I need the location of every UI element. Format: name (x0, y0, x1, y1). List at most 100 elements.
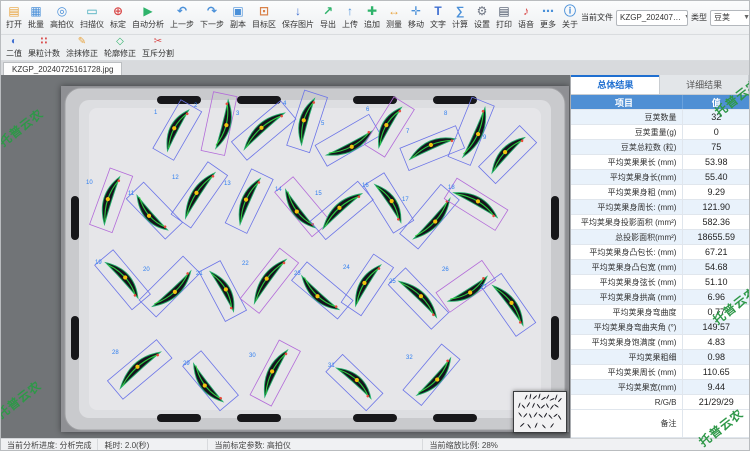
analysis-photo[interactable]: 1234567891011121314151617181920212223242… (61, 86, 569, 432)
toolbar-button-label: 果粒计数 (28, 48, 60, 59)
note-value[interactable] (683, 410, 749, 437)
toolbar-button[interactable]: ♪语音 (515, 2, 537, 33)
toolbar-button[interactable]: ✂互斥分割 (139, 35, 177, 60)
toolbar-button[interactable]: ⋯更多 (537, 2, 559, 33)
measure-icon: ↔ (388, 5, 400, 18)
toolbar-button[interactable]: ▤打印 (493, 2, 515, 33)
toolbar-button-label: 语音 (518, 19, 534, 30)
note-row: 备注 (571, 410, 749, 438)
table-row[interactable]: 平均荚果身饱满度 (mm)4.83 (571, 335, 749, 350)
toolbar-button[interactable]: ↗导出 (317, 2, 339, 33)
toolbar-button[interactable]: ↶上一步 (167, 2, 197, 33)
toolbar-button[interactable]: ▶自动分析 (129, 2, 167, 33)
row-value: 51.10 (683, 275, 749, 289)
toolbar-button[interactable]: ⚙设置 (471, 2, 493, 33)
table-row[interactable]: R/G/B21/29/29 (571, 395, 749, 410)
toolbar-button[interactable]: ⓘ关于 (559, 2, 581, 33)
about-icon: ⓘ (564, 5, 576, 18)
toolbar-button[interactable]: ✚追加 (361, 2, 383, 33)
table-row[interactable]: 总投影面积(mm²)18655.59 (571, 230, 749, 245)
toolbar-button-label: 标定 (110, 19, 126, 30)
toolbar-button[interactable]: ⊡目标区 (249, 2, 279, 33)
row-label: 总投影面积(mm²) (571, 230, 683, 244)
toolbar-button[interactable]: ↑上传 (339, 2, 361, 33)
tab-overall-results[interactable]: 总体结果 (571, 75, 660, 94)
toolbar-items: ▤打开▦批量◎高拍仪▭扫描仪⊕标定▶自动分析↶上一步↷下一步▣副本⊡目标区↓保存… (3, 2, 581, 33)
scanner-icon: ▭ (86, 5, 97, 18)
table-row[interactable]: 平均荚果身凸包宽 (mm)54.68 (571, 260, 749, 275)
toolbar-button[interactable]: ∑计算 (449, 2, 471, 33)
table-row[interactable]: 平均荚果宽(mm)9.44 (571, 380, 749, 395)
table-row[interactable]: 平均荚果身拱高 (mm)6.96 (571, 290, 749, 305)
toolbar-button[interactable]: T文字 (427, 2, 449, 33)
table-row[interactable]: 豆荚重量(g)0 (571, 125, 749, 140)
main-area: 1234567891011121314151617181920212223242… (1, 75, 749, 438)
toolbar-button[interactable]: ◎高拍仪 (47, 2, 77, 33)
table-row[interactable]: 平均荚果周长 (mm)110.65 (571, 365, 749, 380)
toolbar-button-label: 批量 (28, 19, 44, 30)
pod-id-label: 30 (249, 353, 256, 359)
document-tab[interactable]: KZGP_20240725161728.jpg (3, 62, 122, 75)
toolbar-button[interactable]: ↔测量 (383, 2, 405, 33)
table-row[interactable]: 平均荚果身弦长 (mm)51.10 (571, 275, 749, 290)
table-row[interactable]: 平均荚果身弯曲度0.77 (571, 305, 749, 320)
toolbar-button[interactable]: ⊕标定 (107, 2, 129, 33)
camera-icon: ◎ (57, 5, 67, 18)
toolbar-button[interactable]: ◐二值 (3, 35, 25, 60)
row-label: 平均荚果身拱高 (mm) (571, 290, 683, 304)
toolbar-button[interactable]: ▦批量 (25, 2, 47, 33)
toolbar-button-label: 轮廓修正 (104, 48, 136, 59)
row-label: 平均荚果身周长: (mm) (571, 200, 683, 214)
toolbar-button[interactable]: ▣副本 (227, 2, 249, 33)
table-row[interactable]: 平均荚果身长(mm)55.40 (571, 170, 749, 185)
table-row[interactable]: 豆荚数量32 (571, 110, 749, 125)
table-row[interactable]: 平均荚果身粗 (mm)9.29 (571, 185, 749, 200)
current-file-dropdown[interactable]: KZGP_202407… ▼ (616, 10, 688, 26)
row-label: 豆荚总粒数 (粒) (571, 140, 683, 154)
table-row[interactable]: 豆荚总粒数 (粒)75 (571, 140, 749, 155)
toolbar-button[interactable]: ↓保存图片 (279, 2, 317, 33)
table-row[interactable]: 平均荚果身弯曲夹角 (°)149.57 (571, 320, 749, 335)
table-row[interactable]: 平均荚果身周长: (mm)121.90 (571, 200, 749, 215)
toolbar-button-label: 测量 (386, 19, 402, 30)
row-label: 平均荚果身饱满度 (mm) (571, 335, 683, 349)
status-elapsed-time: 耗时: 2.0(秒) (98, 439, 208, 451)
toolbar-button-label: 导出 (320, 19, 336, 30)
pod-id-label: 21 (196, 271, 203, 277)
results-table-header: 项目 值 (571, 95, 749, 110)
toolbar-button-label: 上传 (342, 19, 358, 30)
row-value: 75 (683, 140, 749, 154)
table-row[interactable]: 平均荚果身投影面积 (mm²)582.36 (571, 215, 749, 230)
table-row[interactable]: 平均荚果粗细0.98 (571, 350, 749, 365)
chevron-down-icon: ▼ (743, 14, 750, 21)
binary-icon: ◐ (11, 36, 17, 47)
row-value: 18655.59 (683, 230, 749, 244)
toolbar-button[interactable]: ▤打开 (3, 2, 25, 33)
contour-fix-icon: ◇ (116, 36, 124, 47)
photo-svg: 1234567891011121314151617181920212223242… (61, 86, 569, 432)
print-icon: ▤ (498, 5, 509, 18)
toolbar-button[interactable]: ▭扫描仪 (77, 2, 107, 33)
results-table: 项目 值 豆荚数量32豆荚重量(g)0豆荚总粒数 (粒)75平均荚果果长 (mm… (571, 95, 749, 438)
table-row[interactable]: 平均荚果身凸包长: (mm)67.21 (571, 245, 749, 260)
current-file-label: 当前文件 (581, 12, 613, 23)
toolbar-button-label: 设置 (474, 19, 490, 30)
current-file-value: KZGP_202407… (620, 13, 681, 22)
toolbar-button-label: 追加 (364, 19, 380, 30)
toolbar-button-label: 二值 (6, 48, 22, 59)
toolbar-button[interactable]: ◇轮廓修正 (101, 35, 139, 60)
table-row[interactable]: 平均荚果果长 (mm)53.98 (571, 155, 749, 170)
overview-thumbnail[interactable] (513, 391, 567, 433)
row-label: 平均荚果身凸包宽 (mm) (571, 260, 683, 274)
type-dropdown[interactable]: 豆荚 ▼ (710, 10, 750, 26)
toolbar-button[interactable]: ↷下一步 (197, 2, 227, 33)
pod-id-label: 11 (128, 191, 135, 197)
image-canvas[interactable]: 1234567891011121314151617181920212223242… (1, 75, 571, 438)
tab-detailed-results[interactable]: 详细结果 (660, 75, 749, 94)
toolbar-button[interactable]: ✛移动 (405, 2, 427, 33)
type-value: 豆荚 (714, 12, 730, 23)
toolbar-button[interactable]: ✎涂抹修正 (63, 35, 101, 60)
row-value: 21/29/29 (683, 395, 749, 409)
toolbar-button[interactable]: ∷果粒计数 (25, 35, 63, 60)
toolbar-button-label: 移动 (408, 19, 424, 30)
